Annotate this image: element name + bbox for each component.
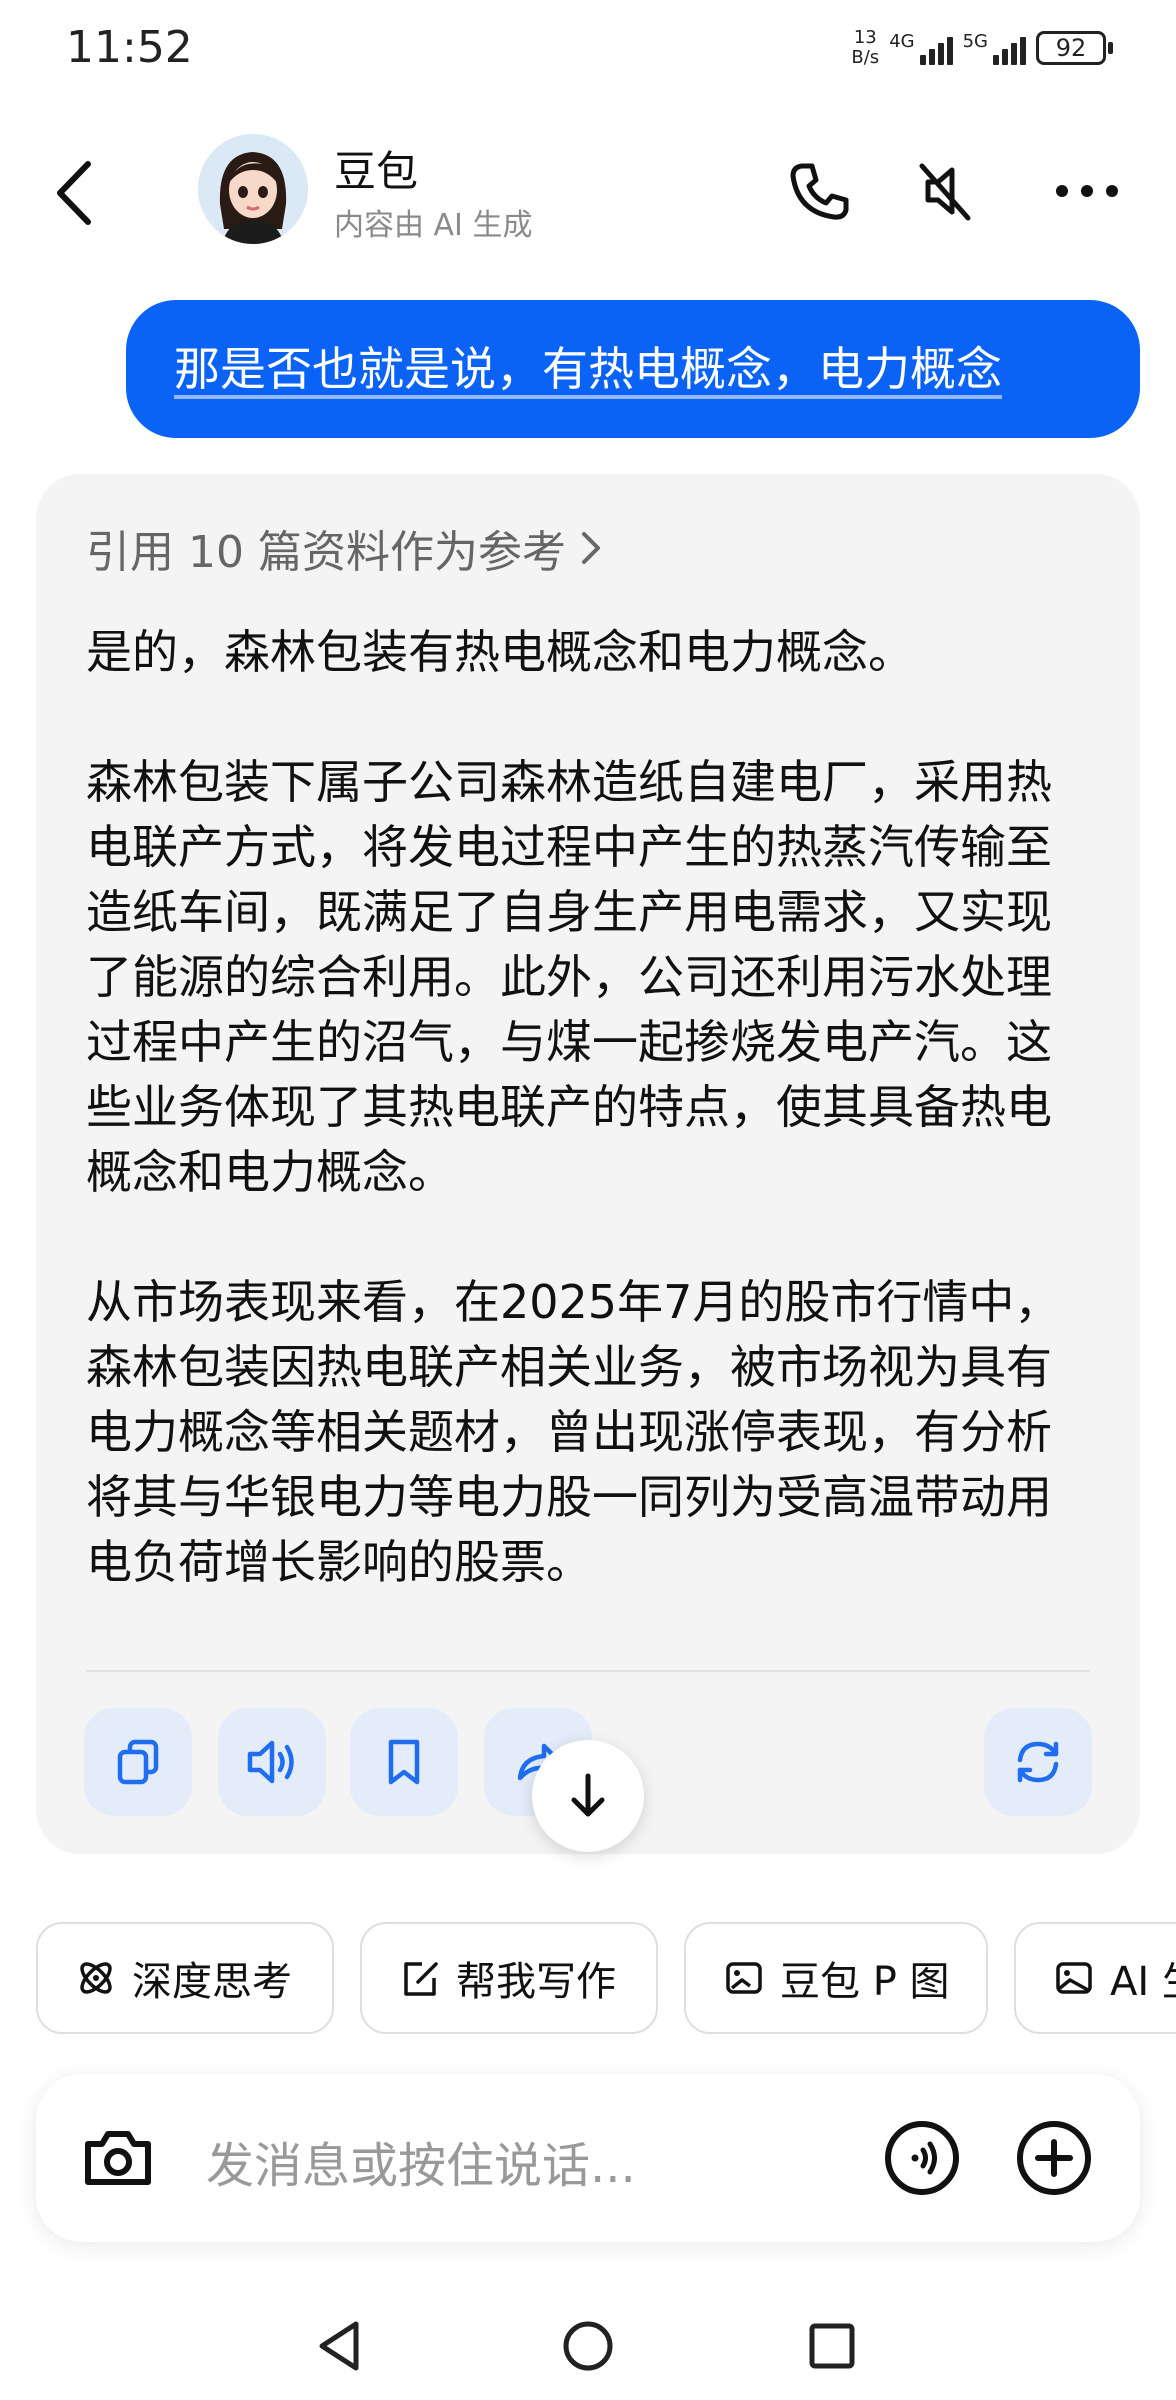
- system-navigation-bar: [0, 2300, 1176, 2400]
- user-message-text: 那是否也就是说，有热电概念，电力概念: [174, 342, 1002, 396]
- copy-icon: [117, 1739, 159, 1785]
- phone-icon[interactable]: [784, 156, 854, 226]
- user-message-bubble[interactable]: 那是否也就是说，有热电概念，电力概念: [126, 300, 1140, 438]
- speaker-icon: [247, 1740, 294, 1784]
- bookmark-button[interactable]: [350, 1708, 458, 1816]
- chip-label: AI 生: [1110, 1959, 1176, 2005]
- chip-label: 豆包 P 图: [780, 1959, 950, 2005]
- chip-help-write[interactable]: 帮我写作: [360, 1922, 658, 2034]
- image-icon: [1056, 1962, 1092, 1994]
- signal-5g-icon: 5G: [963, 31, 1026, 65]
- avatar[interactable]: [198, 134, 308, 244]
- scroll-to-bottom-button[interactable]: [532, 1740, 644, 1852]
- chip-image-edit[interactable]: 豆包 P 图: [684, 1922, 988, 2034]
- doubao-avatar-icon: [198, 134, 308, 244]
- references-link[interactable]: 引用 10 篇资料作为参考: [86, 516, 604, 580]
- suggestion-chips: 深度思考 帮我写作 豆包 P 图 AI 生: [36, 1922, 1176, 2036]
- divider: [86, 1670, 1090, 1672]
- ai-message-card: 引用 10 篇资料作为参考 是的，森林包装有热电概念和电力概念。 森林包装下属子…: [36, 474, 1140, 1854]
- ai-message-text: 是的，森林包装有热电概念和电力概念。 森林包装下属子公司森林造纸自建电厂，采用热…: [86, 620, 1086, 1595]
- chat-name: 豆包: [334, 147, 419, 196]
- network-speed: 13 B/s: [851, 27, 880, 68]
- status-bar: 11:52 13 B/s 4G 5G 92: [0, 0, 1176, 100]
- copy-button[interactable]: [84, 1708, 192, 1816]
- chip-deep-thinking[interactable]: 深度思考: [36, 1922, 334, 2034]
- read-aloud-button[interactable]: [218, 1708, 326, 1816]
- camera-icon[interactable]: [78, 2118, 158, 2198]
- ai-paragraph: 是的，森林包装有热电概念和电力概念。: [86, 625, 914, 679]
- regenerate-icon: [1017, 1741, 1059, 1783]
- status-indicators: 13 B/s 4G 5G 92: [851, 27, 1113, 68]
- atom-icon: [80, 1962, 112, 1994]
- bookmark-icon: [388, 1739, 420, 1785]
- signal-4g-icon: 4G: [889, 31, 953, 65]
- arrow-down-icon: [571, 1773, 605, 1817]
- chip-ai-generate[interactable]: AI 生: [1014, 1922, 1176, 2034]
- nav-home-icon[interactable]: [558, 2316, 618, 2376]
- ai-paragraph: 森林包装下属子公司森林造纸自建电厂，采用热电联产方式，将发电过程中产生的热蒸汽传…: [86, 755, 1052, 1199]
- chevron-right-icon: [581, 532, 600, 564]
- add-icon[interactable]: [1014, 2118, 1094, 2198]
- chat-header: 豆包 内容由 AI 生成: [0, 120, 1176, 260]
- back-icon[interactable]: [50, 158, 100, 228]
- edit-icon: [404, 1962, 438, 1996]
- chip-label: 帮我写作: [456, 1959, 616, 2005]
- more-icon[interactable]: [1052, 156, 1122, 226]
- speaker-muted-icon[interactable]: [912, 156, 982, 226]
- voice-call-icon[interactable]: [882, 2118, 962, 2198]
- message-input[interactable]: 发消息或按住说话...: [206, 2126, 636, 2196]
- battery-icon: 92: [1036, 31, 1113, 65]
- nav-recents-icon[interactable]: [802, 2316, 862, 2376]
- status-time: 11:52: [66, 22, 193, 73]
- regenerate-button[interactable]: [984, 1708, 1092, 1816]
- references-label: 引用 10 篇资料作为参考: [86, 527, 566, 578]
- image-edit-icon: [726, 1962, 762, 1994]
- ai-generated-note: 内容由 AI 生成: [334, 208, 533, 243]
- ai-paragraph: 从市场表现来看，在2025年7月的股市行情中，森林包装因热电联产相关业务，被市场…: [86, 1275, 1061, 1589]
- message-input-bar: 发消息或按住说话...: [36, 2074, 1140, 2242]
- nav-back-icon[interactable]: [312, 2316, 372, 2376]
- chip-label: 深度思考: [132, 1959, 292, 2005]
